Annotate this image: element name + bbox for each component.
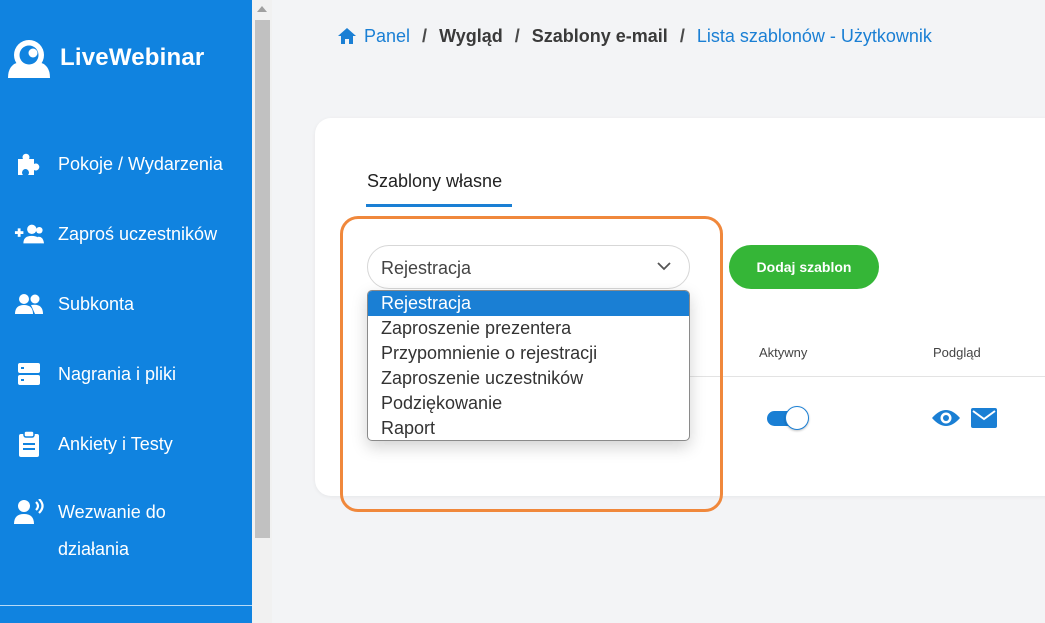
breadcrumb: Panel / Wygląd / Szablony e-mail / Lista… (337, 22, 932, 50)
scroll-up-arrow-icon[interactable] (257, 6, 267, 12)
dropdown-option-zaproszenie-uczestnikow[interactable]: Zaproszenie uczestników (368, 366, 689, 391)
template-type-dropdown-list[interactable]: Rejestracja Zaproszenie prezentera Przyp… (367, 290, 690, 441)
toggle-knob (785, 406, 809, 430)
puzzle-icon (14, 150, 44, 178)
breadcrumb-item-szablony[interactable]: Szablony e-mail (532, 26, 668, 47)
livewebinar-logo-icon (8, 40, 50, 78)
scrollbar-thumb[interactable] (255, 20, 270, 538)
breadcrumb-home[interactable]: Panel (337, 26, 410, 47)
tab-active-underline (366, 204, 512, 207)
dropdown-option-przypomnienie[interactable]: Przypomnienie o rejestracji (368, 341, 689, 366)
sidebar-item-pokoje[interactable]: Pokoje / Wydarzenia (0, 144, 252, 184)
dropdown-option-zaproszenie-prezentera[interactable]: Zaproszenie prezentera (368, 316, 689, 341)
sidebar: LiveWebinar Pokoje / Wydarzenia Zaproś u… (0, 0, 252, 623)
eye-icon[interactable] (931, 408, 961, 428)
sidebar-item-zapros[interactable]: Zaproś uczestników (0, 214, 252, 254)
sidebar-item-nagrania[interactable]: Nagrania i pliki (0, 354, 252, 394)
sidebar-item-label: Nagrania i pliki (58, 363, 177, 384)
logo[interactable]: LiveWebinar (0, 30, 252, 84)
add-template-button[interactable]: Dodaj szablon (729, 245, 879, 289)
sidebar-item-label: Pokoje / Wydarzenia (58, 153, 223, 174)
server-icon (14, 360, 44, 388)
sidebar-item-subkonta[interactable]: Subkonta (0, 284, 252, 324)
sidebar-scrollbar[interactable] (252, 0, 272, 623)
dropdown-option-raport[interactable]: Raport (368, 416, 689, 440)
sidebar-item-label-line1: Wezwanie do (58, 502, 166, 522)
sidebar-item-label: Zaproś uczestników (58, 223, 218, 244)
home-icon (338, 28, 356, 44)
breadcrumb-item-wyglad[interactable]: Wygląd (439, 26, 503, 47)
breadcrumb-separator: / (679, 25, 685, 46)
sidebar-item-label: Subkonta (58, 293, 135, 314)
dropdown-option-rejestracja[interactable]: Rejestracja (368, 291, 689, 316)
column-header-active: Aktywny (759, 345, 808, 360)
dropdown-option-podziekowanie[interactable]: Podziękowanie (368, 391, 689, 416)
tab-own-templates[interactable]: Szablony własne (367, 171, 502, 192)
sidebar-item-wezwanie[interactable]: Wezwanie do działania (0, 494, 252, 570)
breadcrumb-home-label: Panel (364, 25, 411, 46)
user-plus-icon (14, 220, 44, 248)
clipboard-icon (14, 430, 44, 458)
breadcrumb-separator: / (422, 25, 428, 46)
select-value: Rejestracja (381, 258, 472, 278)
breadcrumb-current: Lista szablonów - Użytkownik (696, 25, 932, 46)
sidebar-item-ankiety[interactable]: Ankiety i Testy (0, 424, 252, 464)
envelope-icon[interactable] (971, 408, 997, 428)
active-toggle[interactable] (765, 406, 809, 430)
chevron-down-icon (657, 262, 671, 271)
template-type-select[interactable]: Rejestracja (367, 245, 690, 289)
brand-name: LiveWebinar (60, 44, 205, 71)
sidebar-divider (0, 605, 252, 606)
users-icon (14, 290, 44, 318)
user-voice-icon (14, 498, 44, 526)
breadcrumb-separator: / (514, 25, 520, 46)
sidebar-item-label: Ankiety i Testy (58, 433, 173, 454)
column-header-preview: Podgląd (933, 345, 981, 360)
sidebar-item-label-line2: działania (58, 539, 130, 559)
